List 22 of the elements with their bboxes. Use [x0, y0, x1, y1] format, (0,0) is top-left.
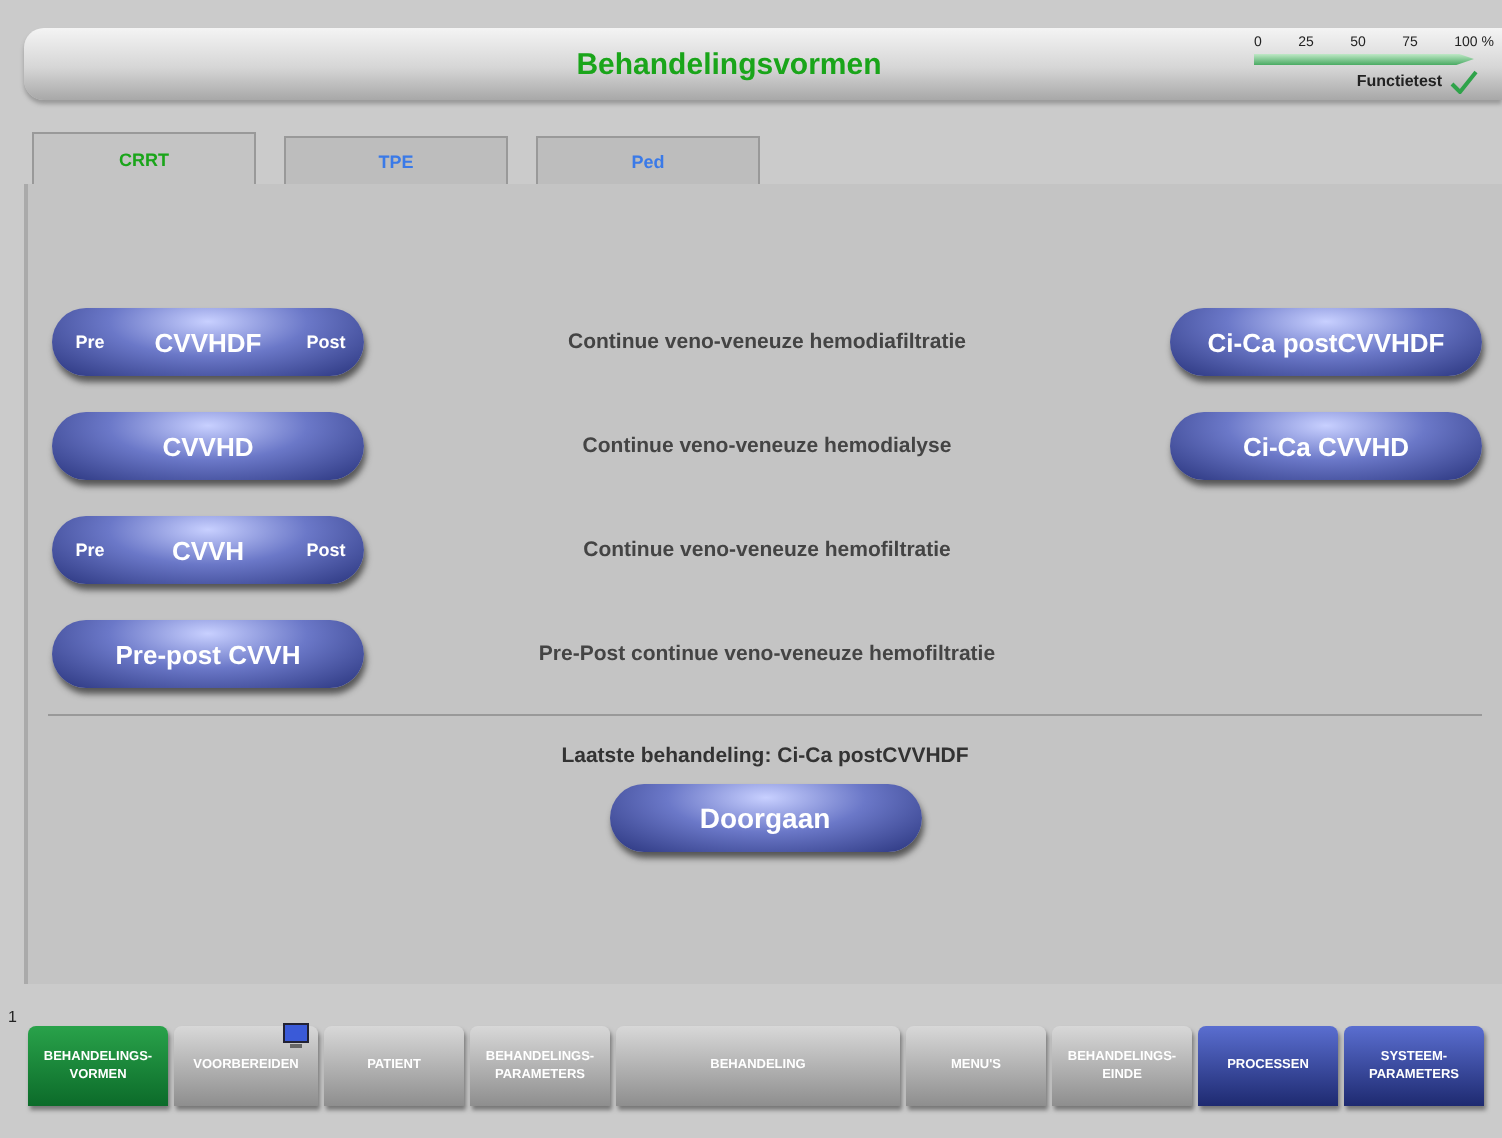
- therapy-button[interactable]: Ci-Ca postCVVHDF: [1170, 308, 1482, 376]
- therapy-description: Continue veno-veneuze hemodiafiltratie: [566, 330, 968, 354]
- pre-button[interactable]: Pre: [52, 516, 128, 584]
- pre-button[interactable]: Pre: [52, 308, 128, 376]
- step-number: 1: [8, 1008, 19, 1026]
- screen-title: Behandelingsvormen: [574, 47, 884, 81]
- therapy-description: Continue veno-veneuze hemofiltratie: [581, 538, 953, 562]
- progress-label: Functietest: [1356, 72, 1442, 90]
- therapy-description: Pre-Post continue veno-veneuze hemofiltratie: [536, 642, 998, 666]
- tab[interactable]: CRRT: [32, 132, 256, 184]
- tab[interactable]: Ped: [536, 136, 760, 184]
- therapy-button[interactable]: CVVHD: [52, 412, 364, 480]
- continue-button[interactable]: Doorgaan: [609, 784, 921, 852]
- post-button[interactable]: Post: [288, 308, 364, 376]
- tab[interactable]: TPE: [284, 136, 508, 184]
- therapy-button[interactable]: Ci-Ca CVVHD: [1170, 412, 1482, 480]
- last-treatment-text: Laatste behandeling: Ci-Ca postCVVHDF: [561, 744, 969, 768]
- therapy-description: Continue veno-veneuze hemodialyse: [580, 434, 954, 458]
- post-button[interactable]: Post: [288, 516, 364, 584]
- therapy-button[interactable]: Pre-post CVVH: [52, 620, 364, 688]
- therapy-button[interactable]: CVVHDF: [128, 308, 288, 376]
- therapy-button[interactable]: CVVH: [128, 516, 288, 584]
